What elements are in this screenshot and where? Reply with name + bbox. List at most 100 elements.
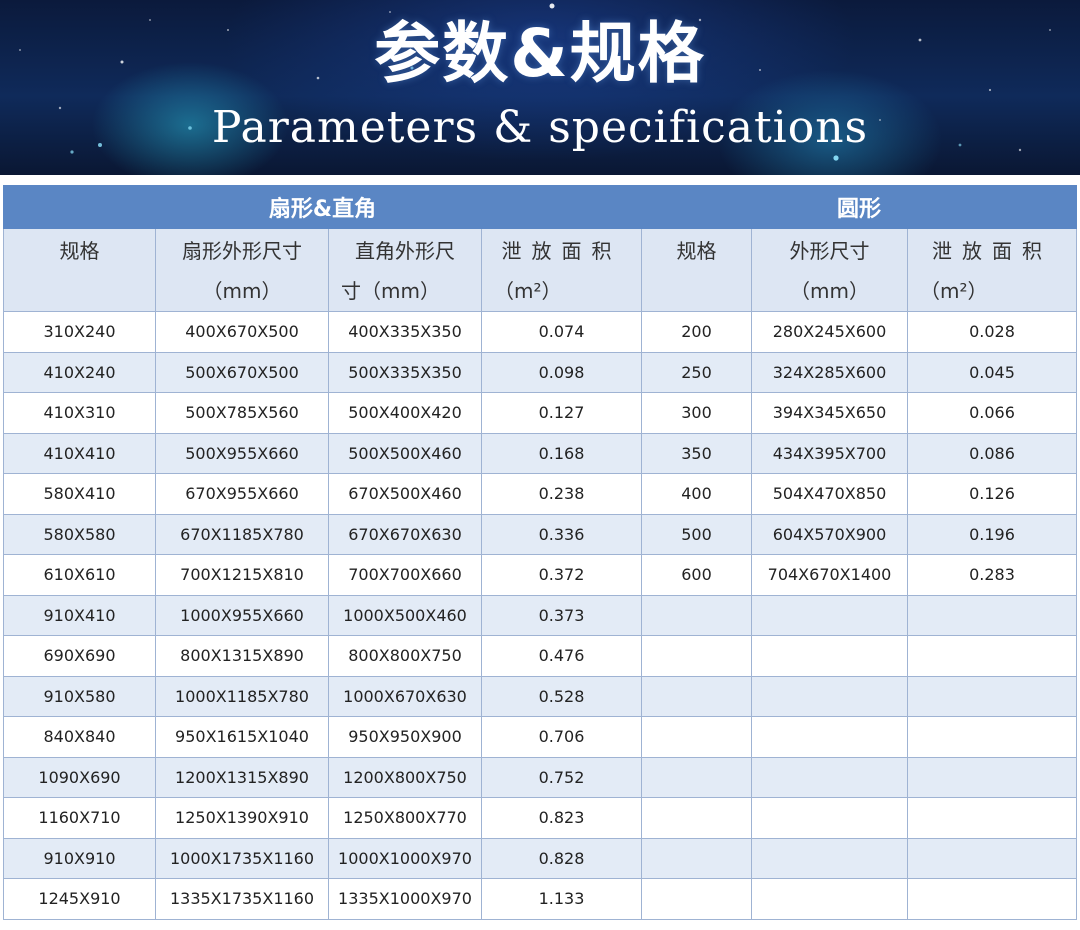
cell-spec: 580X410 (3, 473, 156, 515)
spec-table-container: 扇形&直角 圆形 规格 扇形外形尺寸 （mm） 直角外形尺 寸（mm） 泄放面积… (3, 185, 1078, 920)
cell-spec: 910X580 (3, 675, 156, 717)
cell-round-size (751, 797, 908, 839)
col-header-fan-size-line2: （mm） (202, 279, 282, 303)
col-header-right-angle-size: 直角外形尺 寸（mm） (328, 228, 482, 312)
group-header-round: 圆形 (640, 185, 1078, 229)
cell-round-spec (641, 837, 752, 879)
cell-round-size: 504X470X850 (751, 473, 908, 515)
cell-round-relief-area (906, 675, 1078, 717)
cell-round-relief-area: 0.126 (906, 473, 1078, 515)
table-row: 690X690 800X1315X890 800X800X750 0.476 (3, 635, 1078, 677)
cell-round-spec: 400 (641, 473, 752, 515)
cell-relief-area: 0.238 (481, 473, 642, 515)
cell-round-spec: 300 (641, 392, 752, 434)
cell-round-spec (641, 756, 752, 798)
cell-relief-area: 0.528 (481, 675, 642, 717)
cell-right-angle-size: 500X335X350 (328, 351, 482, 393)
cell-spec: 610X610 (3, 554, 156, 596)
cell-right-angle-size: 950X950X900 (328, 716, 482, 758)
cell-relief-area: 0.098 (481, 351, 642, 393)
cell-relief-area: 0.828 (481, 837, 642, 879)
cell-round-size: 394X345X650 (751, 392, 908, 434)
col-header-right-angle-size-line2: 寸（mm） (341, 279, 440, 303)
cell-right-angle-size: 1000X500X460 (328, 594, 482, 636)
cell-spec: 1090X690 (3, 756, 156, 798)
cell-round-spec: 600 (641, 554, 752, 596)
cell-right-angle-size: 400X335X350 (328, 311, 482, 353)
col-header-round-spec-label: 规格 (676, 239, 717, 263)
cell-round-relief-area (906, 635, 1078, 677)
cell-round-spec (641, 878, 752, 920)
col-header-right-angle-size-line1: 直角外形尺 (355, 239, 455, 263)
cell-fan-size: 670X1185X780 (155, 513, 329, 555)
col-header-round-size-line1: 外形尺寸 (789, 239, 870, 263)
cell-round-spec (641, 594, 752, 636)
page-subtitle: Parameters & specifications (211, 102, 869, 153)
cell-fan-size: 1000X955X660 (155, 594, 329, 636)
col-header-round-relief-area-line2: （m²） (920, 279, 988, 303)
cell-right-angle-size: 1000X1000X970 (328, 837, 482, 879)
cell-fan-size: 670X955X660 (155, 473, 329, 515)
cell-relief-area: 0.372 (481, 554, 642, 596)
table-row: 1160X710 1250X1390X910 1250X800X770 0.823 (3, 797, 1078, 839)
cell-right-angle-size: 800X800X750 (328, 635, 482, 677)
cell-spec: 910X410 (3, 594, 156, 636)
cell-right-angle-size: 1335X1000X970 (328, 878, 482, 920)
group-header-row: 扇形&直角 圆形 (3, 185, 1078, 229)
cell-round-size: 704X670X1400 (751, 554, 908, 596)
cell-spec: 410X240 (3, 351, 156, 393)
cell-relief-area: 0.074 (481, 311, 642, 353)
cell-relief-area: 0.336 (481, 513, 642, 555)
col-header-relief-area-line2: （m²） (494, 279, 562, 303)
cell-fan-size: 500X670X500 (155, 351, 329, 393)
table-row: 1090X690 1200X1315X890 1200X800X750 0.752 (3, 756, 1078, 798)
table-row: 910X910 1000X1735X1160 1000X1000X970 0.828 (3, 837, 1078, 879)
cell-right-angle-size: 670X500X460 (328, 473, 482, 515)
cell-round-relief-area: 0.066 (906, 392, 1078, 434)
col-header-round-size: 外形尺寸 （mm） (751, 228, 908, 312)
table-row: 410X240 500X670X500 500X335X350 0.098 250 324… (3, 351, 1078, 393)
cell-round-spec (641, 797, 752, 839)
cell-fan-size: 1200X1315X890 (155, 756, 329, 798)
cell-round-size (751, 756, 908, 798)
cell-round-size: 280X245X600 (751, 311, 908, 353)
cell-spec: 1160X710 (3, 797, 156, 839)
cell-relief-area: 0.127 (481, 392, 642, 434)
cell-right-angle-size: 500X400X420 (328, 392, 482, 434)
cell-round-relief-area: 0.283 (906, 554, 1078, 596)
col-header-fan-size: 扇形外形尺寸 （mm） (155, 228, 329, 312)
col-header-spec: 规格 (3, 228, 156, 312)
cell-round-size: 604X570X900 (751, 513, 908, 555)
cell-round-spec: 200 (641, 311, 752, 353)
col-header-spec-label: 规格 (59, 239, 100, 263)
spec-table-body: 310X240 400X670X500 400X335X350 0.074 200 280… (3, 311, 1078, 920)
cell-spec: 840X840 (3, 716, 156, 758)
cell-relief-area: 0.373 (481, 594, 642, 636)
table-row: 840X840 950X1615X1040 950X950X900 0.706 (3, 716, 1078, 758)
col-header-round-spec: 规格 (641, 228, 752, 312)
cell-fan-size: 500X955X660 (155, 432, 329, 474)
cell-round-relief-area: 0.086 (906, 432, 1078, 474)
cell-round-relief-area: 0.196 (906, 513, 1078, 555)
cell-round-spec: 350 (641, 432, 752, 474)
col-header-round-size-line2: （mm） (790, 279, 869, 303)
cell-fan-size: 1250X1390X910 (155, 797, 329, 839)
group-header-fan-right-angle: 扇形&直角 (3, 185, 642, 229)
cell-round-size: 434X395X700 (751, 432, 908, 474)
cell-spec: 410X310 (3, 392, 156, 434)
cell-round-relief-area (906, 837, 1078, 879)
cell-fan-size: 400X670X500 (155, 311, 329, 353)
cell-round-relief-area (906, 594, 1078, 636)
cell-fan-size: 1000X1735X1160 (155, 837, 329, 879)
cell-right-angle-size: 1250X800X770 (328, 797, 482, 839)
cell-round-relief-area: 0.045 (906, 351, 1078, 393)
table-row: 310X240 400X670X500 400X335X350 0.074 200 280… (3, 311, 1078, 353)
table-row: 410X310 500X785X560 500X400X420 0.127 300 394… (3, 392, 1078, 434)
table-row: 910X580 1000X1185X780 1000X670X630 0.528 (3, 675, 1078, 717)
col-header-round-relief-area: 泄放面积 （m²） (906, 228, 1078, 312)
table-row: 580X410 670X955X660 670X500X460 0.238 400 504… (3, 473, 1078, 515)
cell-relief-area: 0.752 (481, 756, 642, 798)
cell-round-size (751, 635, 908, 677)
col-header-fan-size-line1: 扇形外形尺寸 (182, 239, 302, 263)
table-row: 910X410 1000X955X660 1000X500X460 0.373 (3, 594, 1078, 636)
